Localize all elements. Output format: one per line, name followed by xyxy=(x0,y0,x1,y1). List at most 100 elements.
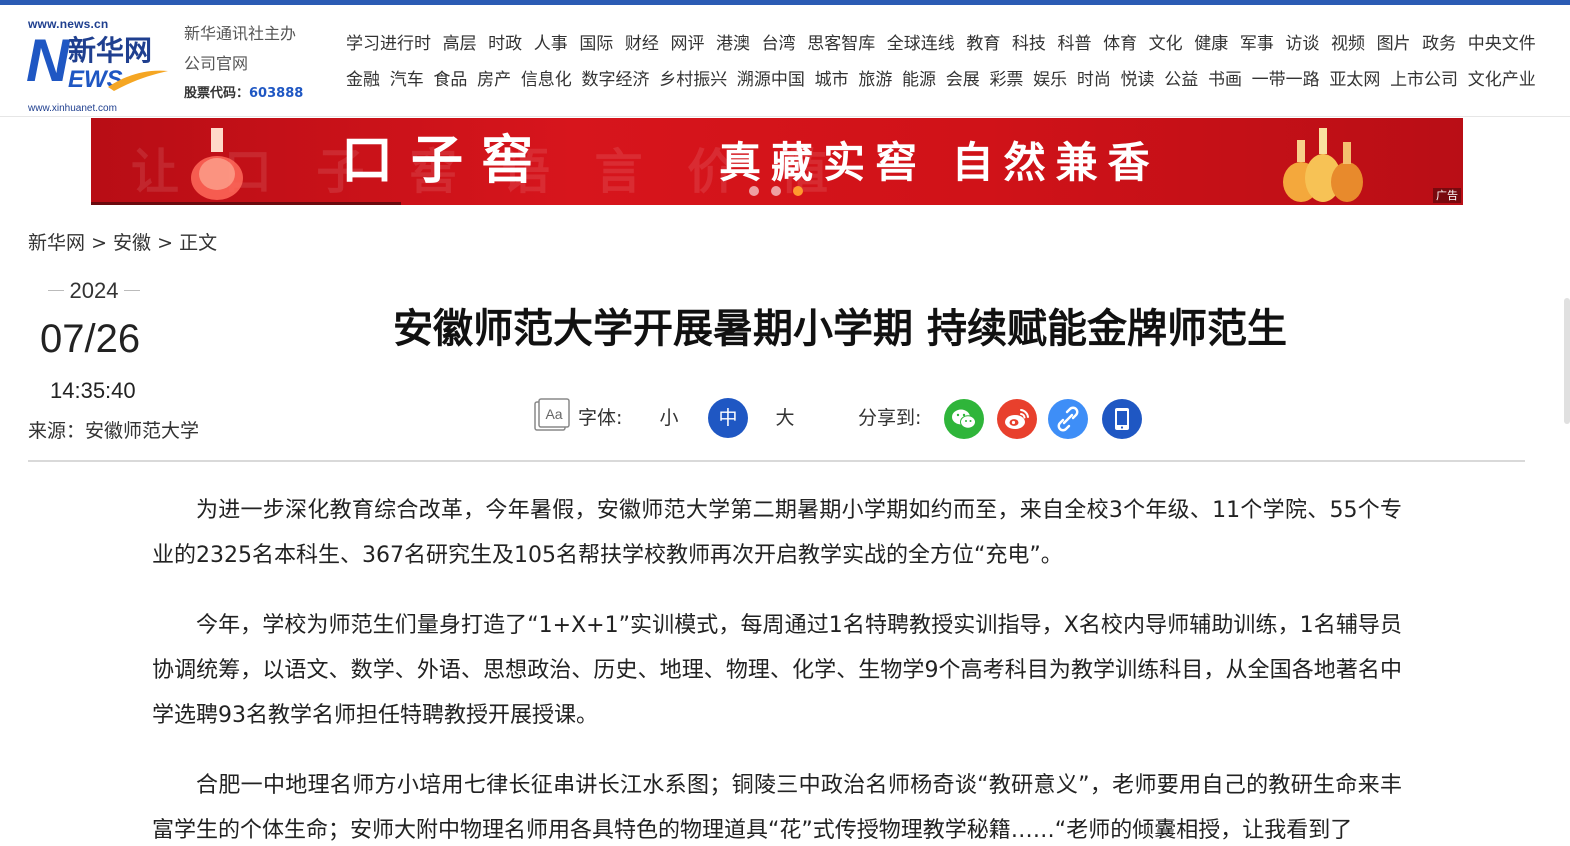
banner-dot-3[interactable] xyxy=(793,186,803,196)
nav-link[interactable]: 科普 xyxy=(1058,29,1092,59)
nav-link[interactable]: 访谈 xyxy=(1285,29,1319,59)
nav-link[interactable]: 高层 xyxy=(443,29,477,59)
share-mobile-button[interactable] xyxy=(1102,399,1142,439)
nav-link[interactable]: 会展 xyxy=(946,65,980,95)
breadcrumb: 新华网 > 安徽 > 正文 xyxy=(28,230,217,256)
banner-slogan: 真藏实窖 自然兼香 xyxy=(719,138,1160,187)
ad-label: 广告 xyxy=(1433,188,1461,203)
font-size-medium-button[interactable]: 中 xyxy=(708,398,748,438)
article-title: 安徽师范大学开展暑期小学期 持续赋能金牌师范生 xyxy=(393,306,1287,352)
publish-year: 2024 xyxy=(48,278,140,304)
nav-link[interactable]: 旅游 xyxy=(858,65,892,95)
nav-link[interactable]: 食品 xyxy=(433,65,467,95)
nav-link[interactable]: 亚太网 xyxy=(1329,65,1380,95)
nav-link[interactable]: 网评 xyxy=(670,29,704,59)
share-link-button[interactable] xyxy=(1048,399,1088,439)
nav-link[interactable]: 公益 xyxy=(1164,65,1198,95)
nav-link[interactable]: 汽车 xyxy=(390,65,424,95)
nav-link[interactable]: 军事 xyxy=(1240,29,1274,59)
nav-link[interactable]: 乡村振兴 xyxy=(659,65,727,95)
nav-link[interactable]: 房产 xyxy=(477,65,511,95)
nav-link[interactable]: 时政 xyxy=(488,29,522,59)
banner-brand: 口子窖 xyxy=(341,130,552,191)
banner-pagination xyxy=(749,186,803,196)
article-paragraph: 为进一步深化教育综合改革，今年暑假，安徽师范大学第二期暑期小学期如约而至，来自全… xyxy=(152,498,1402,568)
channel-nav-row-2: 金融 汽车 食品 房产 信息化 数字经济 乡村振兴 溯源中国 城市 旅游 能源 会展 彩票 娱乐 时尚 悦读公… xyxy=(346,65,1536,95)
font-icon-text: Aa xyxy=(545,406,562,422)
banner-progress-bar xyxy=(91,202,401,205)
nav-link[interactable]: 图片 xyxy=(1377,29,1411,59)
link-icon xyxy=(1057,406,1079,432)
nav-link[interactable]: 学习进行时 xyxy=(346,29,431,59)
sponsor-info: 新华通讯社主办 公司官网 股票代码：603888 xyxy=(184,19,324,109)
nav-link[interactable]: 金融 xyxy=(346,65,380,95)
logo-url-bottom: www.xinhuanet.com xyxy=(28,103,117,114)
sponsor-line-1: 新华通讯社主办 xyxy=(184,24,297,43)
nav-link[interactable]: 教育 xyxy=(966,29,1000,59)
logo-letter: N xyxy=(26,27,70,94)
mobile-icon xyxy=(1115,408,1129,430)
sponsor-line-2[interactable]: 公司官网 xyxy=(184,49,324,79)
nav-link[interactable]: 健康 xyxy=(1194,29,1228,59)
nav-link[interactable]: 中央文件 xyxy=(1468,29,1536,59)
wechat-icon xyxy=(952,409,976,429)
nav-link[interactable]: 文化 xyxy=(1149,29,1183,59)
side-scrollbar[interactable] xyxy=(1564,298,1570,424)
nav-link[interactable]: 能源 xyxy=(902,65,936,95)
nav-link[interactable]: 上市公司 xyxy=(1390,65,1458,95)
font-size-icon: Aa xyxy=(534,398,570,431)
share-weibo-button[interactable] xyxy=(997,399,1037,439)
font-size-small-button[interactable]: 小 xyxy=(649,398,689,438)
nav-link[interactable]: 人事 xyxy=(534,29,568,59)
logo-swoosh-icon xyxy=(108,70,168,91)
article-paragraph: 今年，学校为师范生们量身打造了“1+X+1”实训模式，每周通过1名特聘教授实训指… xyxy=(152,613,1402,728)
breadcrumb-current: 正文 xyxy=(179,232,218,254)
breadcrumb-separator: > xyxy=(157,232,174,254)
nav-link[interactable]: 文化产业 xyxy=(1468,65,1536,95)
liquor-bottles-icon xyxy=(1283,128,1363,202)
nav-link[interactable]: 全球连线 xyxy=(887,29,955,59)
share-label: 分享到: xyxy=(858,407,922,429)
nav-link[interactable]: 信息化 xyxy=(521,65,572,95)
article-paragraph: 合肥一中地理名师方小培用七律长征串讲长江水系图；铜陵三中政治名师杨奇谈“教研意义… xyxy=(152,773,1402,843)
nav-link[interactable]: 溯源中国 xyxy=(737,65,805,95)
publish-date: 07/26 xyxy=(40,317,141,361)
liquor-bottle-icon xyxy=(191,128,243,200)
nav-link[interactable]: 国际 xyxy=(579,29,613,59)
breadcrumb-section[interactable]: 安徽 xyxy=(113,232,151,254)
banner-dot-2[interactable] xyxy=(771,186,781,196)
nav-link[interactable]: 视频 xyxy=(1331,29,1365,59)
nav-link[interactable]: 书画 xyxy=(1208,65,1242,95)
stock-label: 股票代码： xyxy=(184,86,250,101)
share-wechat-button[interactable] xyxy=(944,399,984,439)
nav-link[interactable]: 科技 xyxy=(1012,29,1046,59)
breadcrumb-home[interactable]: 新华网 xyxy=(28,232,85,254)
site-logo[interactable]: www.news.cn N 新华网 EWS www.xinhuanet.com xyxy=(26,17,172,114)
nav-link[interactable]: 彩票 xyxy=(989,65,1023,95)
nav-link[interactable]: 港澳 xyxy=(716,29,750,59)
nav-link[interactable]: 思客智库 xyxy=(807,29,875,59)
nav-link[interactable]: 体育 xyxy=(1103,29,1137,59)
banner-dot-1[interactable] xyxy=(749,186,759,196)
breadcrumb-separator: > xyxy=(91,232,107,254)
nav-link[interactable]: 城市 xyxy=(815,65,849,95)
nav-link[interactable]: 悦读 xyxy=(1121,65,1155,95)
nav-link[interactable]: 财经 xyxy=(625,29,659,59)
nav-link[interactable]: 数字经济 xyxy=(582,65,650,95)
nav-link[interactable]: 时尚 xyxy=(1077,65,1111,95)
channel-nav-row-1: 学习进行时 高层 时政 人事 国际 财经 网评 港澳 台湾 思客智库 全球连线 教育 科技 科普 体育 文化健… xyxy=(346,29,1536,59)
header-divider xyxy=(28,460,1525,462)
article-source: 来源：安徽师范大学 xyxy=(28,420,200,442)
nav-link[interactable]: 娱乐 xyxy=(1033,65,1067,95)
publish-time: 14:35:40 xyxy=(50,378,136,403)
nav-link[interactable]: 台湾 xyxy=(762,29,796,59)
weibo-icon xyxy=(1005,409,1029,429)
nav-link[interactable]: 一带一路 xyxy=(1252,65,1320,95)
font-size-large-button[interactable]: 大 xyxy=(765,398,805,438)
banner-ad[interactable]: 让 口 子 窖 语 言 价 值 口子窖 真藏实窖 自然兼香 广告 xyxy=(91,118,1463,205)
article-body: 为进一步深化教育综合改革，今年暑假，安徽师范大学第二期暑期小学期如约而至，来自全… xyxy=(152,488,1402,846)
nav-link[interactable]: 政务 xyxy=(1422,29,1456,59)
stock-code: 股票代码：603888 xyxy=(184,79,324,109)
stock-number[interactable]: 603888 xyxy=(249,86,303,101)
font-size-label: 字体: xyxy=(578,407,623,429)
